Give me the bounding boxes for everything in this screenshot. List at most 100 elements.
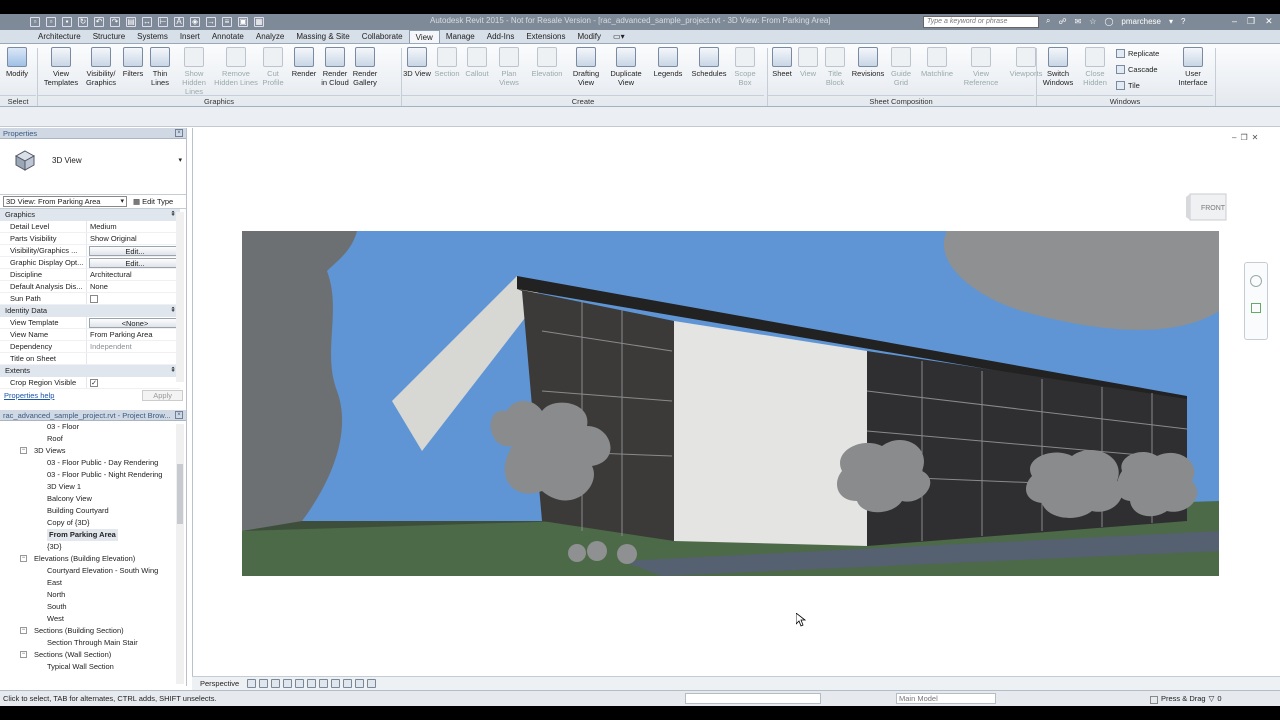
collapse-toggle-icon[interactable]: −: [20, 555, 27, 562]
duplicate-view-button[interactable]: Duplicate View: [604, 47, 648, 87]
minimize-icon[interactable]: –: [1232, 133, 1236, 142]
tab-structure[interactable]: Structure: [87, 30, 131, 43]
save-icon[interactable]: ▪: [62, 17, 72, 27]
tab-manage[interactable]: Manage: [440, 30, 481, 43]
tree-item-3d-views[interactable]: −3D Views: [0, 445, 186, 457]
view-templates-button[interactable]: View Templates: [40, 47, 82, 87]
sheet-button[interactable]: Sheet: [768, 47, 796, 78]
render-gallery-button[interactable]: Render Gallery: [350, 47, 380, 87]
property-value[interactable]: [87, 353, 180, 364]
elevation-button[interactable]: Elevation: [526, 47, 568, 78]
close-hidden-button[interactable]: Close Hidden: [1078, 47, 1112, 87]
reveal-hidden-icon[interactable]: [343, 679, 353, 688]
tab-massing-site[interactable]: Massing & Site: [290, 30, 355, 43]
switch-windows-button[interactable]: Switch Windows: [1040, 47, 1076, 87]
visual-style-icon[interactable]: [247, 679, 257, 688]
tree-item-building-courtyard[interactable]: Building Courtyard: [0, 505, 186, 517]
tree-item-3d[interactable]: {3D}: [0, 541, 186, 553]
browser-scrollbar[interactable]: [176, 424, 184, 684]
user-interface-button[interactable]: User Interface: [1174, 47, 1212, 87]
folder-icon[interactable]: ▫: [46, 17, 56, 27]
collapse-toggle-icon[interactable]: −: [20, 627, 27, 634]
binoculars-icon[interactable]: ⌕: [1046, 16, 1050, 26]
default-3d-icon[interactable]: ◈: [190, 17, 200, 27]
highlight-icon[interactable]: [367, 679, 377, 688]
property-category-identity-data[interactable]: Identity Data ⇞: [0, 305, 180, 317]
3d-view-button[interactable]: 3D View: [402, 47, 432, 78]
property-category-graphics[interactable]: Graphics ⇞: [0, 209, 180, 221]
collapse-toggle-icon[interactable]: −: [20, 447, 27, 454]
select-group-label[interactable]: Select: [0, 95, 36, 106]
legends-button[interactable]: Legends: [648, 47, 688, 78]
tree-item-west[interactable]: West: [0, 613, 186, 625]
title-block-button[interactable]: Title Block: [820, 47, 850, 87]
tree-item-elevations-building-elevation[interactable]: − Elevations (Building Elevation): [0, 553, 186, 565]
3d-rendered-view[interactable]: [242, 231, 1219, 576]
checkbox-icon[interactable]: ✓: [90, 379, 98, 387]
scope-box-button[interactable]: Scope Box: [730, 47, 760, 87]
property-edit-button[interactable]: <None>: [89, 318, 178, 328]
viewcube[interactable]: FRONT: [1186, 190, 1232, 224]
analysis-icon[interactable]: [355, 679, 365, 688]
instance-filter-dropdown[interactable]: 3D View: From Parking Area: [3, 196, 127, 207]
apply-button[interactable]: Apply: [142, 389, 183, 401]
tree-item-typical-wall-section[interactable]: Typical Wall Section: [0, 661, 186, 673]
lock-3d-icon[interactable]: [319, 679, 329, 688]
tree-item-3d-view-1[interactable]: 3D View 1: [0, 481, 186, 493]
dimension-icon[interactable]: ⊢: [158, 17, 168, 27]
user-name[interactable]: pmarchese: [1121, 17, 1161, 26]
tab-systems[interactable]: Systems: [131, 30, 174, 43]
user-icon[interactable]: ◯: [1104, 17, 1113, 26]
tab-annotate[interactable]: Annotate: [206, 30, 250, 43]
measure-icon[interactable]: ↔: [142, 17, 152, 27]
workset-dropdown[interactable]: [685, 693, 821, 704]
tab-architecture[interactable]: Architecture: [32, 30, 87, 43]
tree-item-section-through-main-stair[interactable]: Section Through Main Stair: [0, 637, 186, 649]
revisions-button[interactable]: Revisions: [850, 47, 886, 78]
close-icon[interactable]: ×: [175, 129, 183, 137]
drafting-view-button[interactable]: Drafting View: [568, 47, 604, 87]
tab-insert[interactable]: Insert: [174, 30, 206, 43]
render-in-cloud-button[interactable]: Render in Cloud: [320, 47, 350, 87]
chevron-down-icon[interactable]: ▾: [178, 156, 182, 164]
sun-path-icon[interactable]: [259, 679, 269, 688]
scroll-thumb[interactable]: [177, 464, 183, 524]
thin-lines-button[interactable]: Thin Lines: [146, 47, 174, 87]
plan-views-button[interactable]: Plan Views: [492, 47, 526, 87]
switch-windows-icon[interactable]: ▦: [254, 17, 264, 27]
crop-view-icon[interactable]: [295, 679, 305, 688]
exchange-icon[interactable]: ▾: [1169, 17, 1173, 26]
property-value[interactable]: None: [87, 281, 180, 292]
tab-collaborate[interactable]: Collaborate: [356, 30, 409, 43]
rendering-icon[interactable]: [283, 679, 293, 688]
subscription-icon[interactable]: ☍: [1058, 17, 1066, 26]
type-selector[interactable]: 3D View ▾: [0, 139, 186, 195]
tree-item-sections-wall-section[interactable]: − Sections (Wall Section): [0, 649, 186, 661]
tab-add-ins[interactable]: Add-Ins: [481, 30, 521, 43]
tab-modify[interactable]: Modify: [571, 30, 607, 43]
close-icon[interactable]: ×: [175, 411, 183, 419]
render-button[interactable]: Render: [288, 47, 320, 78]
undo-icon[interactable]: ↶: [94, 17, 104, 27]
section-icon[interactable]: →: [206, 17, 216, 27]
property-value[interactable]: Show Original: [87, 233, 180, 244]
section-button[interactable]: Section: [432, 47, 462, 78]
tree-item-copy-of-3d[interactable]: Copy of {3D}: [0, 517, 186, 529]
property-value[interactable]: Medium: [87, 221, 180, 232]
cascade-button[interactable]: Cascade: [1116, 65, 1158, 74]
view-button[interactable]: View: [796, 47, 820, 78]
guide-grid-button[interactable]: Guide Grid: [886, 47, 916, 87]
property-checkbox[interactable]: ✓: [87, 377, 180, 388]
cut-profile-button[interactable]: Cut Profile: [258, 47, 288, 87]
show-crop-icon[interactable]: [307, 679, 317, 688]
tile-button[interactable]: Tile: [1116, 81, 1140, 90]
tab-analyze[interactable]: Analyze: [250, 30, 290, 43]
callout-button[interactable]: Callout: [462, 47, 492, 78]
tree-item-03-floor-public-night-rendering[interactable]: 03 - Floor Public - Night Rendering: [0, 469, 186, 481]
restore-icon[interactable]: ❐: [1247, 16, 1255, 27]
collapse-toggle-icon[interactable]: −: [20, 651, 27, 658]
edit-type-button[interactable]: ▦ Edit Type: [133, 197, 173, 206]
tree-item-roof[interactable]: Roof: [0, 433, 186, 445]
tree-item-from-parking-area[interactable]: From Parking Area: [0, 529, 186, 541]
property-value[interactable]: Architectural: [87, 269, 180, 280]
